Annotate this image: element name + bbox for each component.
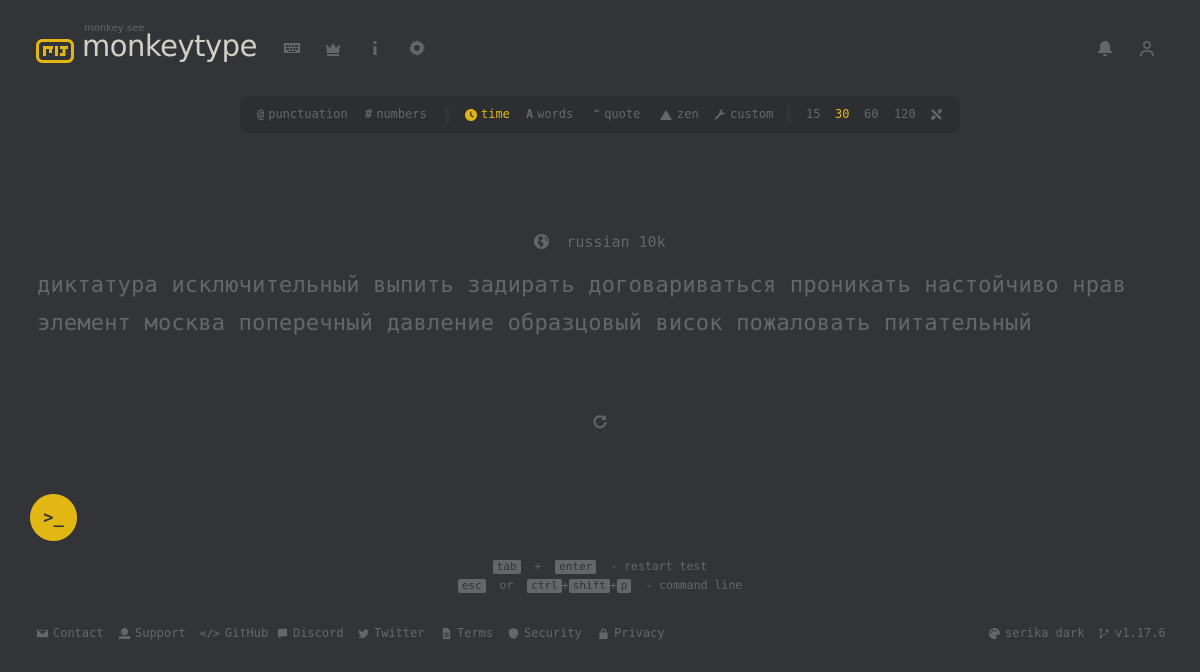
key-tab: tab	[492, 560, 521, 574]
mountain-icon	[660, 109, 672, 120]
version-label: v1.17.6	[1115, 626, 1166, 640]
mode-custom-label: custom	[730, 107, 774, 121]
mode-custom[interactable]: custom	[714, 96, 773, 133]
footer-github[interactable]: </> GitHub	[200, 626, 268, 640]
keyboard-icon[interactable]	[283, 39, 301, 57]
config-divider	[787, 105, 791, 124]
discord-icon	[277, 628, 288, 639]
logo[interactable]: monkey see monkeytype	[36, 23, 257, 66]
terminal-icon: >_	[43, 507, 64, 528]
footer-contact-label: Contact	[53, 626, 104, 640]
code-branch-icon	[1099, 627, 1109, 639]
shield-icon	[508, 627, 519, 639]
footer-discord[interactable]: Discord	[277, 626, 344, 640]
hint-plus: +	[609, 578, 617, 592]
footer-twitter-label: Twitter	[374, 626, 425, 640]
key-ctrl: ctrl	[527, 579, 562, 593]
mode-zen-label: zen	[677, 107, 699, 121]
bell-icon[interactable]	[1096, 39, 1114, 57]
crown-icon[interactable]	[324, 39, 342, 57]
duration-15[interactable]: 15	[806, 96, 820, 133]
lock-icon	[599, 627, 608, 639]
palette-icon	[989, 627, 1000, 639]
numbers-toggle[interactable]: # numbers	[365, 96, 427, 133]
twitter-icon	[358, 628, 369, 638]
gear-icon[interactable]	[408, 39, 426, 57]
footer-privacy[interactable]: Privacy	[598, 626, 665, 640]
hint-restart-text: - restart test	[610, 559, 708, 573]
footer-support[interactable]: Support	[119, 626, 186, 640]
hint-plus: +	[561, 578, 569, 592]
globe-icon	[534, 234, 550, 249]
footer-security[interactable]: Security	[508, 626, 582, 640]
language-label: russian 10k	[566, 233, 666, 251]
wrench-icon	[714, 108, 725, 119]
footer-privacy-label: Privacy	[614, 626, 665, 640]
footer-discord-label: Discord	[293, 626, 344, 640]
key-esc: esc	[457, 579, 486, 593]
custom-duration-button[interactable]	[930, 96, 943, 133]
test-config-bar: @ punctuation # numbers time A words ❝ q…	[240, 96, 960, 133]
monkeytype-logo-icon	[36, 39, 74, 63]
tools-icon	[930, 108, 943, 121]
mode-time[interactable]: time	[465, 96, 510, 133]
mode-zen[interactable]: zen	[659, 96, 699, 133]
code-icon: </>	[200, 626, 220, 640]
hint-plus: +	[534, 559, 542, 573]
mode-words[interactable]: A words	[526, 96, 573, 133]
mode-time-label: time	[481, 107, 510, 121]
config-divider	[445, 105, 449, 124]
language-selector[interactable]: russian 10k	[0, 233, 1200, 251]
user-icon[interactable]	[1138, 39, 1156, 57]
logo-subtitle: monkey see	[84, 23, 145, 34]
restart-icon	[593, 415, 607, 429]
theme-button[interactable]: serika dark	[989, 626, 1084, 640]
footer-terms[interactable]: Terms	[441, 626, 493, 640]
words-line-2: элемент москва поперечный давление образ…	[37, 311, 1032, 336]
mode-quote-label: quote	[604, 107, 641, 121]
mode-quote[interactable]: ❝ quote	[593, 96, 640, 133]
key-shift: shift	[568, 579, 610, 593]
duration-120[interactable]: 120	[894, 96, 916, 133]
letter-a-icon: A	[526, 107, 534, 121]
quote-icon: ❝	[593, 107, 601, 121]
version-button[interactable]: v1.17.6	[1099, 626, 1166, 640]
words-line-1: диктатура исключительный выпить задирать…	[37, 273, 1127, 298]
footer-security-label: Security	[524, 626, 582, 640]
hint-restart: tab + enter - restart test	[0, 559, 1200, 574]
mode-words-label: words	[537, 107, 574, 121]
punctuation-toggle[interactable]: @ punctuation	[257, 96, 348, 133]
footer-support-label: Support	[135, 626, 186, 640]
restart-button[interactable]	[591, 412, 609, 430]
donate-icon	[119, 627, 130, 639]
duration-60[interactable]: 60	[864, 96, 878, 133]
punctuation-label: punctuation	[268, 107, 348, 121]
footer-contact[interactable]: Contact	[37, 626, 104, 640]
envelope-icon	[37, 629, 48, 637]
document-icon	[442, 627, 451, 639]
footer-github-label: GitHub	[224, 626, 269, 640]
hint-command-line: esc or ctrl + shift + p - command line	[0, 578, 1200, 593]
duration-30[interactable]: 30	[835, 96, 849, 133]
key-p: p	[616, 579, 632, 593]
info-icon[interactable]	[366, 39, 384, 57]
hint-command-text: - command line	[645, 578, 743, 592]
numbers-label: numbers	[376, 107, 427, 121]
command-line-button[interactable]: >_	[30, 494, 77, 541]
hash-icon: #	[365, 107, 373, 121]
footer-terms-label: Terms	[457, 626, 494, 640]
at-icon: @	[257, 107, 265, 121]
key-enter: enter	[555, 560, 597, 574]
clock-icon	[465, 108, 477, 121]
theme-label: serika dark	[1005, 626, 1085, 640]
hint-or: or	[499, 578, 514, 592]
footer-twitter[interactable]: Twitter	[358, 626, 425, 640]
